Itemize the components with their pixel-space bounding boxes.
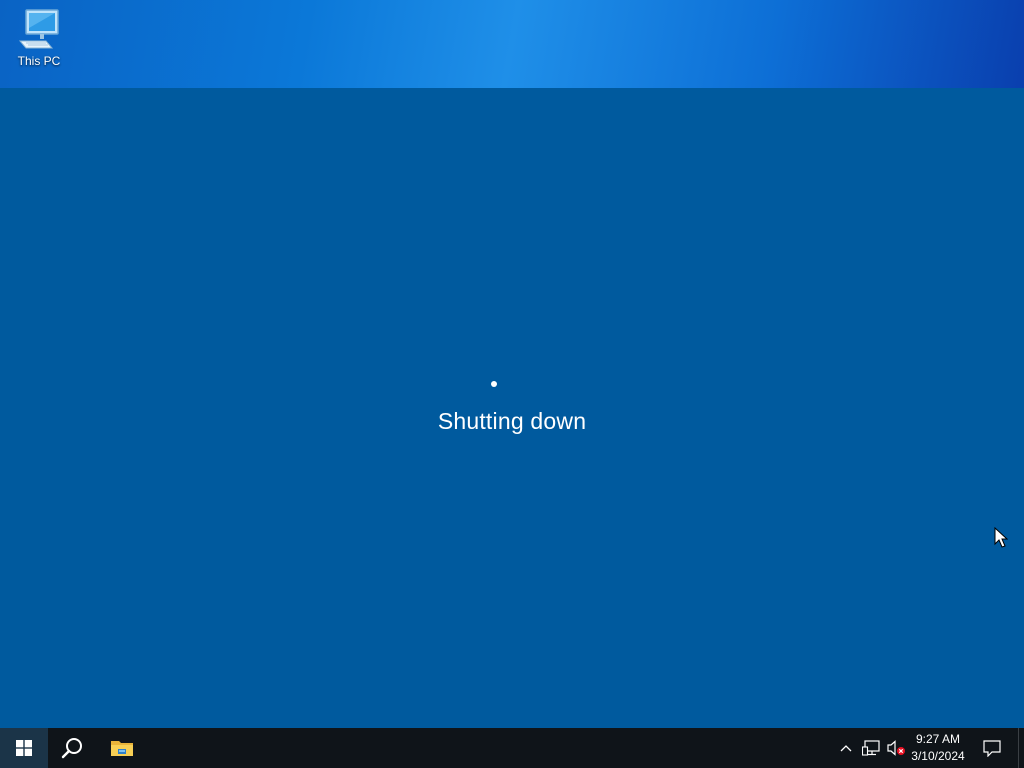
volume-muted-icon: [887, 740, 905, 756]
taskbar: 9:27 AM 3/10/2024: [0, 728, 1024, 768]
clock-time: 9:27 AM: [915, 732, 961, 746]
network-icon: [862, 740, 880, 756]
chevron-up-icon: [840, 745, 852, 752]
action-center-icon: [983, 739, 1001, 757]
show-desktop-button[interactable]: [1018, 728, 1024, 768]
volume-button[interactable]: [884, 728, 908, 768]
network-button[interactable]: [860, 728, 882, 768]
action-center-button[interactable]: [980, 728, 1004, 768]
taskbar-clock[interactable]: 9:27 AM 3/10/2024: [908, 728, 968, 768]
desktop-wallpaper: [0, 0, 1024, 88]
clock-date: 3/10/2024: [911, 749, 965, 763]
search-icon: [61, 738, 82, 759]
search-button[interactable]: [48, 728, 96, 768]
desktop-icon-this-pc[interactable]: This PC: [10, 8, 68, 68]
desktop-icon-label: This PC: [17, 54, 61, 68]
shutdown-status-text: Shutting down: [437, 408, 587, 434]
mouse-cursor-icon: [994, 527, 1008, 548]
windows-logo-icon: [16, 740, 32, 756]
taskbar-file-explorer-button[interactable]: [98, 728, 146, 768]
loading-spinner: [491, 381, 497, 387]
folder-icon: [111, 741, 133, 756]
show-hidden-icons-button[interactable]: [836, 728, 856, 768]
start-button[interactable]: [0, 728, 48, 768]
this-pc-icon: [18, 9, 59, 49]
